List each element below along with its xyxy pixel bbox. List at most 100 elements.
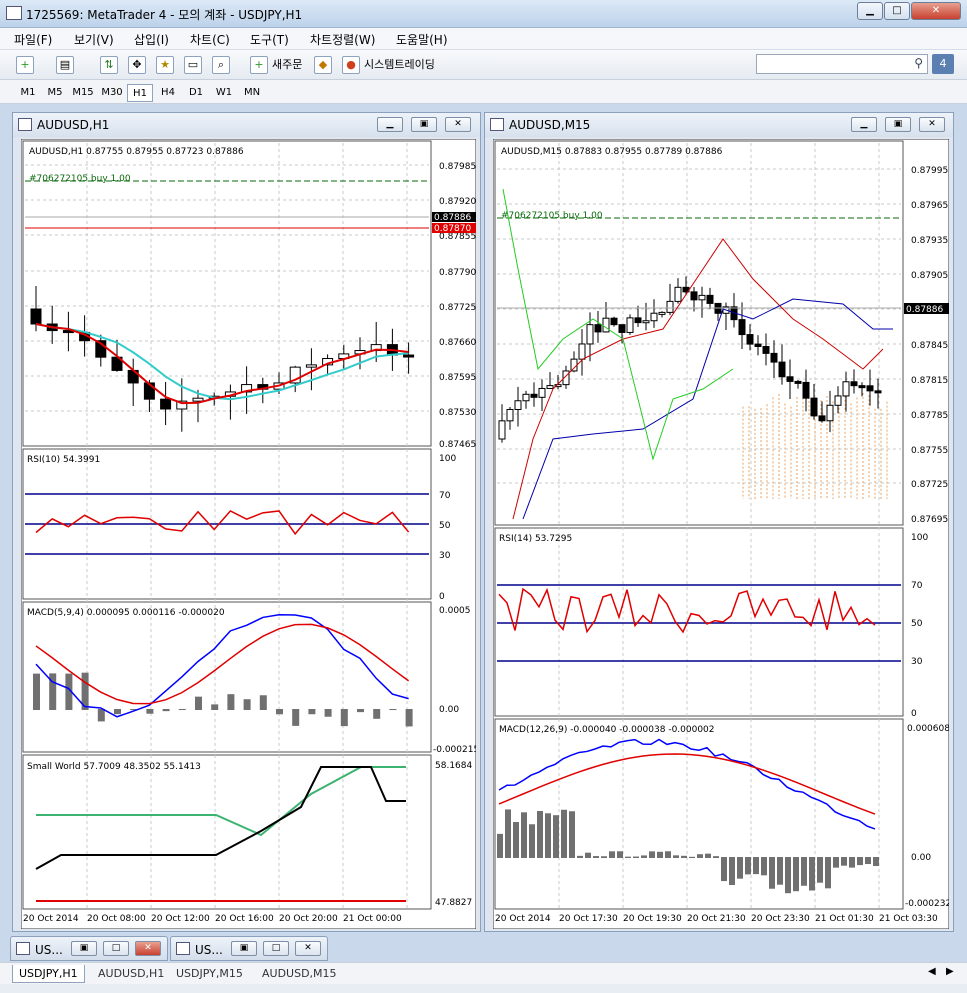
menu-file[interactable]: 파일(F) — [14, 31, 52, 48]
macd-histogram-bar — [873, 857, 879, 867]
timeframe-h1[interactable]: H1 — [127, 84, 153, 102]
candle-body — [858, 385, 866, 389]
macd-histogram-bar — [857, 857, 863, 866]
candle-body — [866, 385, 874, 392]
timeframe-d1[interactable]: D1 — [183, 84, 209, 102]
tab-usdjpy-h1[interactable]: USDJPY,H1 — [12, 965, 85, 983]
macd-histogram-bar — [865, 857, 871, 865]
menu-help[interactable]: 도움말(H) — [396, 31, 448, 48]
timeframe-w1[interactable]: W1 — [211, 84, 237, 102]
time-label: 20 Oct 2014 — [23, 914, 79, 924]
candle-body — [850, 381, 858, 387]
tab-usdjpy-m15[interactable]: USDJPY,M15 — [170, 965, 249, 983]
auto-trading-button[interactable]: 시스템트레이딩 — [364, 54, 435, 76]
minimized-window-title: US... — [35, 943, 63, 957]
close-button[interactable]: ✕ — [135, 941, 161, 956]
crosshair-icon[interactable]: ✥ — [128, 56, 146, 74]
chart-icon — [490, 118, 504, 131]
macd-histogram-bar — [625, 856, 631, 858]
price-tick: 0.87660 — [439, 338, 476, 348]
chart-restore-button[interactable]: ▣ — [885, 117, 911, 132]
left-chart-canvas[interactable]: AUDUSD,H1 0.87755 0.87955 0.87723 0.8788… — [21, 139, 476, 929]
menu-view[interactable]: 보기(V) — [74, 31, 114, 48]
candle-body — [642, 320, 650, 324]
metaeditor-icon[interactable]: ◆ — [314, 56, 332, 74]
chart-close-button[interactable]: ✕ — [445, 117, 471, 132]
chart-window-audusd-m15[interactable]: AUDUSD,M15 ▁ ▣ ✕ AUDUSD,M15 0.87883 0.87… — [484, 112, 954, 932]
candle-body — [762, 346, 770, 354]
restore-button[interactable]: ▣ — [71, 941, 97, 956]
menu-window[interactable]: 차트정렬(W) — [310, 31, 375, 48]
navigator-icon[interactable]: ★ — [156, 56, 174, 74]
macd-histogram-bar — [721, 857, 727, 882]
timeframe-m5[interactable]: M5 — [42, 84, 68, 102]
new-chart-icon[interactable]: + — [16, 56, 34, 74]
macd-histogram-bar — [146, 709, 154, 714]
minimized-window[interactable]: US... ▣ □ ✕ — [10, 936, 168, 961]
macd-histogram-bar — [389, 709, 397, 711]
macd-histogram-bar — [162, 709, 170, 712]
candle-body — [874, 390, 882, 394]
chart-minimize-button[interactable]: ▁ — [851, 117, 877, 132]
candle-body — [754, 343, 762, 348]
search-icon[interactable]: ⚲ — [914, 56, 923, 70]
restore-button[interactable]: ▣ — [231, 941, 257, 956]
chart-restore-button[interactable]: ▣ — [411, 117, 437, 132]
market-watch-icon[interactable]: ⇅ — [100, 56, 118, 74]
macd-histogram-bar — [737, 857, 743, 879]
auto-trading-icon[interactable]: ● — [342, 56, 360, 74]
timeframe-m15[interactable]: M15 — [70, 84, 96, 102]
left-sw-header: Small World 57.7009 48.3502 55.1413 — [27, 762, 201, 772]
window-title: 1725569: MetaTrader 4 - 모의 계좌 - USDJPY,H… — [26, 8, 303, 22]
new-order-button[interactable]: 새주문 — [272, 54, 302, 76]
terminal-icon[interactable]: ▭ — [184, 56, 202, 74]
candle-body — [706, 294, 714, 304]
timeframe-m30[interactable]: M30 — [99, 84, 125, 102]
timeframe-mn[interactable]: MN — [239, 84, 265, 102]
candle-body — [618, 324, 626, 333]
tab-audusd-m15[interactable]: AUDUSD,M15 — [256, 965, 343, 983]
menu-charts[interactable]: 차트(C) — [190, 31, 230, 48]
macd-histogram-bar — [373, 709, 381, 719]
maximize-button[interactable]: □ — [263, 941, 289, 956]
chart-minimize-button[interactable]: ▁ — [377, 117, 403, 132]
macd-histogram-bar — [849, 857, 855, 868]
right-chart-canvas[interactable]: AUDUSD,M15 0.87883 0.87955 0.87789 0.878… — [493, 139, 949, 929]
menu-insert[interactable]: 삽입(I) — [134, 31, 169, 48]
macd-histogram-bar — [745, 857, 751, 875]
profiles-icon[interactable]: ▤ — [56, 56, 74, 74]
candle-body — [666, 300, 674, 313]
new-order-icon[interactable]: + — [250, 56, 268, 74]
macd-histogram-bar — [841, 857, 847, 866]
chart-window-audusd-h1[interactable]: AUDUSD,H1 ▁ ▣ ✕ AUDUSD,H1 0.87755 0.8795… — [12, 112, 481, 932]
tab-audusd-h1[interactable]: AUDUSD,H1 — [92, 965, 170, 983]
tester-icon[interactable]: ⌕ — [212, 56, 230, 74]
maximize-button[interactable]: □ — [884, 2, 910, 20]
left-rsi-header: RSI(10) 54.3991 — [27, 455, 100, 465]
rsi-tick: 70 — [439, 491, 451, 501]
chart-close-button[interactable]: ✕ — [919, 117, 945, 132]
tab-scroll-left-icon[interactable]: ◀ — [928, 966, 936, 977]
close-button[interactable]: ✕ — [295, 941, 321, 956]
macd-histogram-bar — [713, 856, 719, 858]
time-label: 21 Oct 01:30 — [815, 914, 874, 924]
macd-histogram-bar — [97, 709, 105, 722]
minimized-window[interactable]: US... ▣ □ ✕ — [170, 936, 328, 961]
candle-body — [514, 400, 522, 410]
macd-histogram-bar — [585, 852, 591, 858]
tab-scroll-right-icon[interactable]: ▶ — [946, 966, 954, 977]
status-bar — [0, 984, 967, 993]
timeframe-m1[interactable]: M1 — [15, 84, 41, 102]
macd-histogram-bar — [657, 851, 663, 858]
search-input[interactable]: ⚲ — [756, 54, 928, 74]
close-button[interactable]: ✕ — [911, 2, 961, 20]
right-order-label: #706272105 buy 1.00 — [501, 211, 603, 221]
menu-tools[interactable]: 도구(T) — [250, 31, 289, 48]
maximize-button[interactable]: □ — [103, 941, 129, 956]
candle-body — [546, 385, 554, 389]
community-badge[interactable]: 4 — [932, 54, 954, 74]
macd-tick: 0.00 — [439, 705, 459, 715]
macd-histogram-bar — [405, 709, 413, 727]
timeframe-h4[interactable]: H4 — [155, 84, 181, 102]
minimize-button[interactable]: ▁ — [857, 2, 883, 20]
